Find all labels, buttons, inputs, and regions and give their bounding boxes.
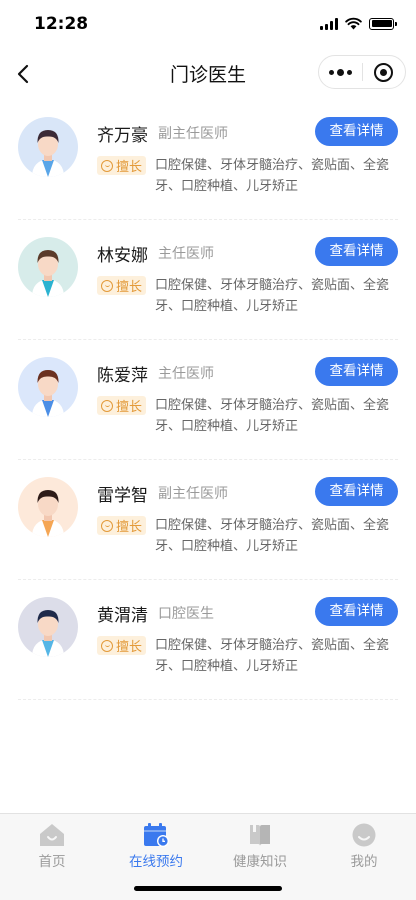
tab-health-knowledge-label: 健康知识 — [233, 854, 287, 870]
specialty-tag-label: 擅长 — [116, 520, 143, 535]
tab-online-booking-label: 在线预约 — [129, 854, 183, 870]
tab-online-booking[interactable]: 在线预约 — [104, 814, 208, 874]
doctor-specialty: 口腔保健、牙体牙髓治疗、瓷贴面、全瓷牙、口腔种植、儿牙矫正 — [155, 398, 390, 434]
doctor-avatar — [18, 357, 78, 417]
more-options-button[interactable] — [319, 56, 362, 88]
smile-badge-icon — [101, 399, 113, 412]
doctor-avatar — [18, 477, 78, 537]
tab-health-knowledge[interactable]: 健康知识 — [208, 814, 312, 874]
specialty-tag: 擅长 — [97, 636, 147, 655]
view-details-button[interactable]: 查看详情 — [315, 237, 398, 266]
status-bar: 12:28 — [0, 0, 416, 50]
tab-home-label: 首页 — [38, 854, 66, 870]
view-details-button[interactable]: 查看详情 — [315, 597, 398, 626]
doctor-specialty: 口腔保健、牙体牙髓治疗、瓷贴面、全瓷牙、口腔种植、儿牙矫正 — [155, 518, 390, 554]
doctor-name: 黄渭清 — [97, 606, 148, 626]
tab-mine[interactable]: 我的 — [312, 814, 416, 874]
doctor-card: 雷学智 副主任医师 查看详情擅长 口腔保健、牙体牙髓治疗、瓷贴面、全瓷牙、口腔种植、儿… — [18, 460, 398, 580]
doctor-title: 主任医师 — [158, 366, 214, 382]
profile-icon — [352, 823, 376, 847]
mini-program-capsule — [318, 55, 406, 89]
doctor-avatar — [18, 117, 78, 177]
view-details-button[interactable]: 查看详情 — [315, 477, 398, 506]
battery-icon — [369, 17, 397, 30]
doctor-title: 主任医师 — [158, 246, 214, 262]
home-icon — [40, 824, 64, 846]
doctor-title: 口腔医生 — [158, 606, 214, 622]
doctor-specialty: 口腔保健、牙体牙髓治疗、瓷贴面、全瓷牙、口腔种植、儿牙矫正 — [155, 638, 390, 674]
specialty-tag: 擅长 — [97, 276, 147, 295]
doctor-title: 副主任医师 — [158, 126, 228, 142]
home-indicator — [134, 886, 282, 891]
specialty-tag-label: 擅长 — [116, 280, 143, 295]
doctor-name: 雷学智 — [97, 486, 148, 506]
wifi-icon — [345, 17, 362, 30]
smile-badge-icon — [101, 519, 113, 532]
doctor-title: 副主任医师 — [158, 486, 228, 502]
doctor-name: 林安娜 — [97, 246, 148, 266]
close-mini-program-button[interactable] — [363, 56, 405, 88]
book-icon — [250, 824, 270, 846]
doctor-card: 林安娜 主任医师 查看详情擅长 口腔保健、牙体牙髓治疗、瓷贴面、全瓷牙、口腔种植、儿牙… — [18, 220, 398, 340]
doctor-name: 齐万豪 — [97, 126, 148, 146]
status-time: 12:28 — [34, 14, 89, 34]
specialty-tag-label: 擅长 — [116, 160, 143, 175]
tab-mine-label: 我的 — [350, 854, 378, 870]
doctor-name: 陈爱萍 — [97, 366, 148, 386]
specialty-tag: 擅长 — [97, 396, 147, 415]
specialty-tag-label: 擅长 — [116, 400, 143, 415]
specialty-tag-label: 擅长 — [116, 640, 143, 655]
doctor-card: 陈爱萍 主任医师 查看详情擅长 口腔保健、牙体牙髓治疗、瓷贴面、全瓷牙、口腔种植、儿牙… — [18, 340, 398, 460]
doctor-specialty: 口腔保健、牙体牙髓治疗、瓷贴面、全瓷牙、口腔种植、儿牙矫正 — [155, 158, 390, 194]
target-icon — [374, 62, 394, 82]
signal-icon — [320, 17, 338, 30]
doctor-card: 黄渭清 口腔医生 查看详情擅长 口腔保健、牙体牙髓治疗、瓷贴面、全瓷牙、口腔种植、儿牙… — [18, 580, 398, 700]
calendar-icon — [144, 823, 169, 847]
smile-badge-icon — [101, 159, 113, 172]
nav-bar: 门诊医生 — [0, 50, 416, 98]
view-details-button[interactable]: 查看详情 — [315, 357, 398, 386]
smile-badge-icon — [101, 279, 113, 292]
specialty-tag: 擅长 — [97, 156, 147, 175]
specialty-tag: 擅长 — [97, 516, 147, 535]
status-icons — [320, 17, 397, 30]
doctor-avatar — [18, 237, 78, 297]
view-details-button[interactable]: 查看详情 — [315, 117, 398, 146]
doctor-avatar — [18, 597, 78, 657]
tab-home[interactable]: 首页 — [0, 814, 104, 874]
doctor-card: 齐万豪 副主任医师 查看详情擅长 口腔保健、牙体牙髓治疗、瓷贴面、全瓷牙、口腔种植、儿… — [18, 100, 398, 220]
doctor-specialty: 口腔保健、牙体牙髓治疗、瓷贴面、全瓷牙、口腔种植、儿牙矫正 — [155, 278, 390, 314]
smile-badge-icon — [101, 639, 113, 652]
doctor-list: 齐万豪 副主任医师 查看详情 擅长 口腔保健、牙体牙髓治疗、瓷贴面、全瓷牙、口腔种植、儿… — [18, 100, 398, 700]
